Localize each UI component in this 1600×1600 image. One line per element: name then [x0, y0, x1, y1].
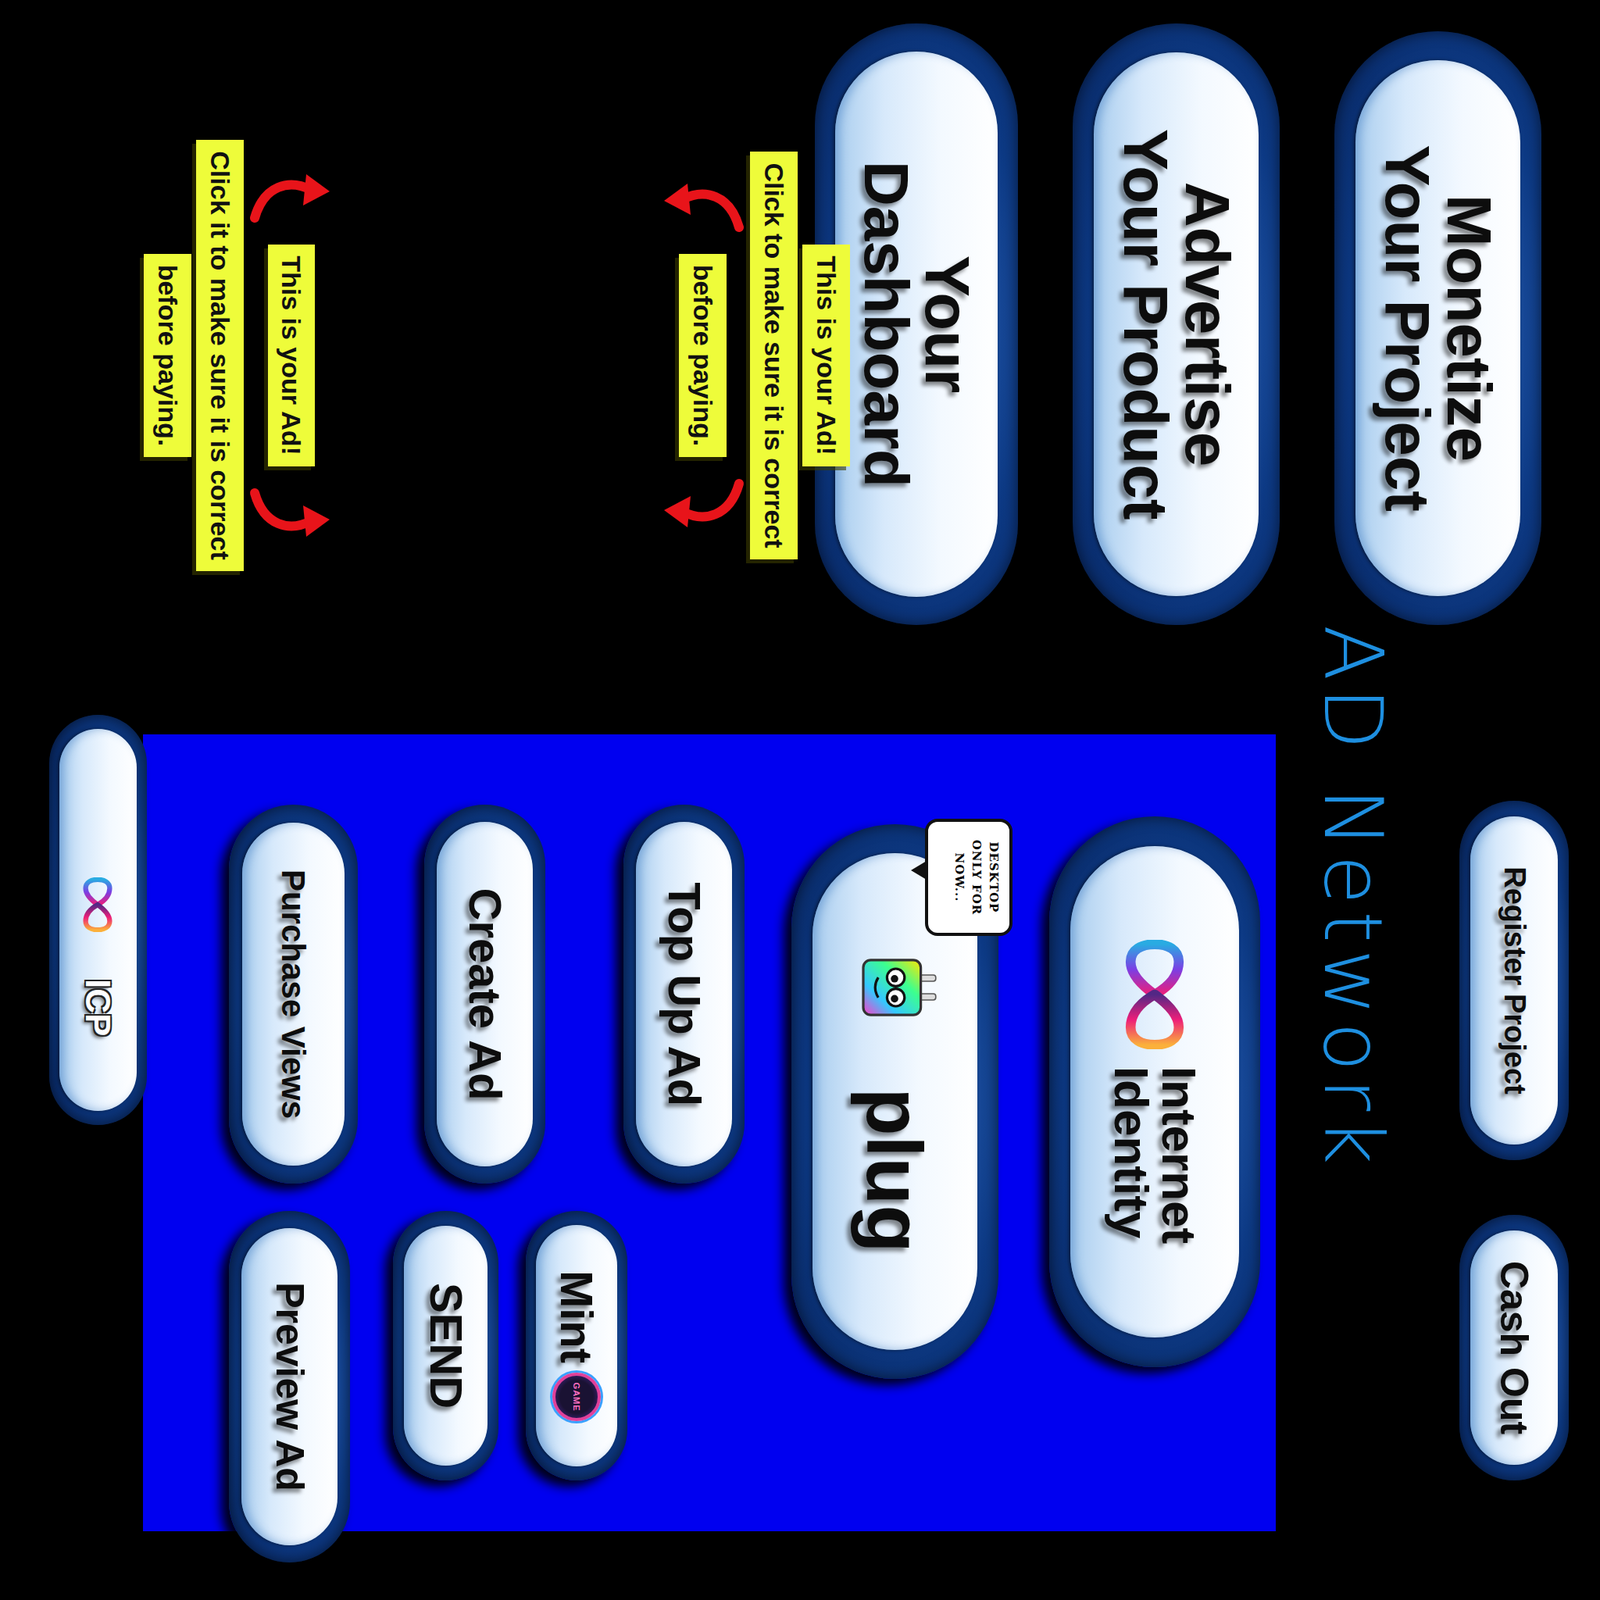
network-title: AD Network: [1310, 625, 1396, 1172]
label-line[interactable]: plug: [857, 1087, 934, 1253]
action-button-label[interactable]: Cash Out: [1495, 1260, 1534, 1435]
label-line[interactable]: Cash Out: [1495, 1260, 1534, 1435]
label-line[interactable]: Internet: [1154, 1066, 1203, 1244]
action-button[interactable]: SEND: [392, 1210, 499, 1481]
red-arrow-icon: [659, 467, 746, 539]
plug-button-label[interactable]: plug: [857, 1087, 934, 1253]
callout-text: before paying.: [143, 253, 192, 458]
label-line[interactable]: Monetize: [1438, 144, 1500, 512]
action-button-face[interactable]: Preview Ad: [241, 1228, 338, 1546]
label-line[interactable]: Mint: [554, 1270, 600, 1364]
action-button-label[interactable]: Create Ad: [462, 888, 508, 1101]
desktop-only-bubble: DESKTOP ONLY FOR NOW...: [925, 818, 1013, 936]
action-button-label[interactable]: Preview Ad: [270, 1282, 309, 1492]
callout-text: Click to make sure it is correct: [750, 151, 798, 559]
action-button[interactable]: Top Up Ad: [623, 804, 745, 1184]
callout-row: This is your Ad!: [802, 244, 850, 467]
label-line[interactable]: Dashboard: [855, 160, 917, 488]
ad-preview-callout: This is your Ad! Click it to make sure it…: [143, 50, 335, 661]
red-arrow-icon: [248, 477, 335, 548]
icp-button-label[interactable]: ICP: [81, 978, 115, 1036]
red-arrow-icon: [659, 172, 746, 243]
mint-button-face[interactable]: Mint GAME: [535, 1225, 618, 1467]
coin-label: GAME: [572, 1382, 582, 1412]
action-button-face[interactable]: Purchase Views: [242, 822, 345, 1166]
label-line[interactable]: Purchase Views: [277, 869, 310, 1119]
monetize-button[interactable]: MonetizeYour Project: [1334, 31, 1542, 625]
action-button[interactable]: Cash Out: [1459, 1214, 1569, 1481]
action-button-face[interactable]: Create Ad: [436, 821, 533, 1167]
action-button-label[interactable]: Top Up Ad: [661, 882, 707, 1107]
ii-button-face[interactable]: InternetIdentity: [1070, 846, 1240, 1338]
advertise-button[interactable]: AdvertiseYour Product: [1072, 23, 1280, 625]
label-line[interactable]: Advertise: [1176, 128, 1238, 521]
icp-button[interactable]: ICP: [49, 714, 147, 1125]
action-button-face[interactable]: Register Project: [1470, 816, 1558, 1145]
action-button-label[interactable]: Purchase Views: [277, 869, 310, 1119]
infinity-logo-icon: [82, 877, 115, 933]
plug-mascot-icon: [851, 950, 940, 1025]
monetize-button-face[interactable]: MonetizeYour Project: [1355, 60, 1521, 597]
mint-button-label[interactable]: Mint: [554, 1270, 600, 1364]
advertise-button-label[interactable]: AdvertiseYour Product: [1114, 128, 1238, 521]
label-line[interactable]: Register Project: [1499, 866, 1529, 1094]
advertise-button-face[interactable]: AdvertiseYour Product: [1093, 52, 1259, 597]
callout-text: This is your Ad!: [802, 244, 850, 467]
callout-row: before paying.: [143, 253, 192, 458]
dashboard-button-face[interactable]: YourDashboard: [835, 51, 998, 597]
sprite-canvas: AD NetworkMonetizeYour ProjectAdvertiseY…: [0, 0, 1600, 1600]
callout-row: Click to make sure it is correct: [750, 151, 798, 559]
ad-preview-callout: This is your Ad!Click to make sure it is…: [659, 82, 850, 629]
label-line[interactable]: ICP: [81, 978, 115, 1036]
label-line[interactable]: SEND: [423, 1282, 468, 1409]
action-button-label[interactable]: Register Project: [1499, 866, 1529, 1094]
dashboard-button-label[interactable]: YourDashboard: [855, 160, 979, 488]
icp-button-face[interactable]: ICP: [59, 728, 137, 1111]
action-button[interactable]: Register Project: [1459, 800, 1569, 1161]
callout-row: before paying.: [659, 172, 746, 539]
infinity-logo-icon: [1121, 939, 1188, 1050]
monetize-button-label[interactable]: MonetizeYour Project: [1376, 144, 1500, 512]
action-button-label[interactable]: SEND: [423, 1282, 468, 1409]
action-button[interactable]: Preview Ad: [228, 1210, 350, 1563]
callout-text: before paying.: [678, 253, 727, 458]
label-line[interactable]: Top Up Ad: [661, 882, 707, 1107]
label-line[interactable]: Your Project: [1376, 144, 1438, 512]
action-button-face[interactable]: SEND: [403, 1225, 488, 1466]
action-button-face[interactable]: Top Up Ad: [635, 821, 733, 1167]
ii-button-label[interactable]: InternetIdentity: [1107, 1066, 1203, 1244]
label-line[interactable]: Preview Ad: [270, 1282, 309, 1492]
red-arrow-icon: [248, 163, 335, 234]
label-line[interactable]: Your Product: [1114, 128, 1176, 521]
action-button-face[interactable]: Cash Out: [1470, 1230, 1558, 1465]
label-line[interactable]: Your: [916, 160, 978, 488]
label-line[interactable]: Create Ad: [462, 888, 508, 1101]
callout-text: This is your Ad!: [267, 244, 316, 467]
callout-text: Click it to make sure it is correct: [196, 139, 244, 571]
sprite-sheet: AD NetworkMonetizeYour ProjectAdvertiseY…: [0, 0, 1600, 1600]
callout-row: Click it to make sure it is correct: [196, 139, 244, 571]
game-coin-icon: GAME: [552, 1372, 601, 1422]
ii-button[interactable]: InternetIdentity: [1049, 816, 1261, 1368]
label-line[interactable]: Identity: [1107, 1066, 1155, 1244]
action-button[interactable]: Purchase Views: [228, 804, 358, 1184]
mint-button[interactable]: Mint GAME: [525, 1210, 628, 1481]
action-button[interactable]: Create Ad: [424, 804, 546, 1184]
callout-row: This is your Ad!: [248, 163, 335, 548]
